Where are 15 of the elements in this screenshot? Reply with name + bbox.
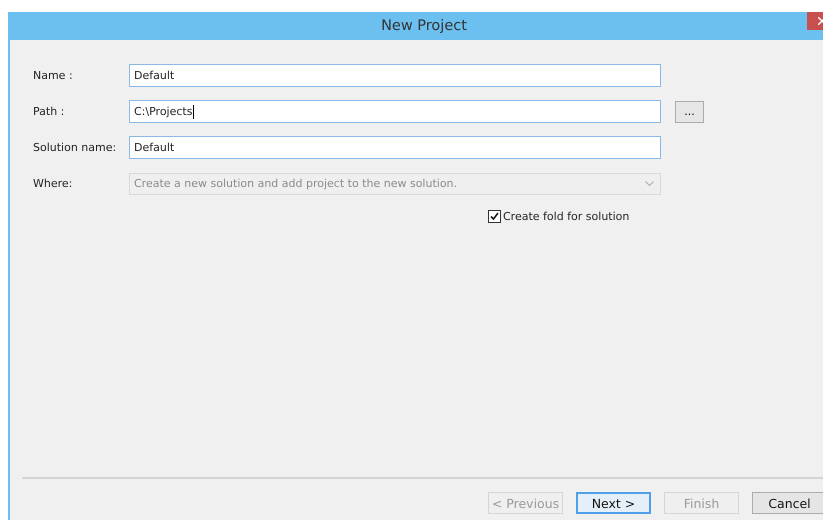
dialog-button[interactable]: Next > [576, 492, 651, 514]
browse-button[interactable]: ... [675, 100, 704, 122]
field-label: Path : [33, 105, 66, 118]
field-label: Name : [33, 69, 74, 82]
dialog-button[interactable]: Cancel [752, 492, 823, 514]
window-title: New Project [381, 18, 467, 34]
field-label: Where: [33, 177, 74, 190]
checkbox-label: Create fold for solution [503, 210, 630, 222]
text-field[interactable]: Default [129, 64, 661, 87]
text-field[interactable]: C:\Projects [129, 100, 661, 123]
text-field[interactable]: Default [129, 136, 661, 159]
checkbox[interactable] [488, 210, 501, 222]
chevron-down-icon [645, 181, 654, 186]
field-label: Solution name: [33, 141, 118, 154]
close-button[interactable] [807, 12, 823, 30]
